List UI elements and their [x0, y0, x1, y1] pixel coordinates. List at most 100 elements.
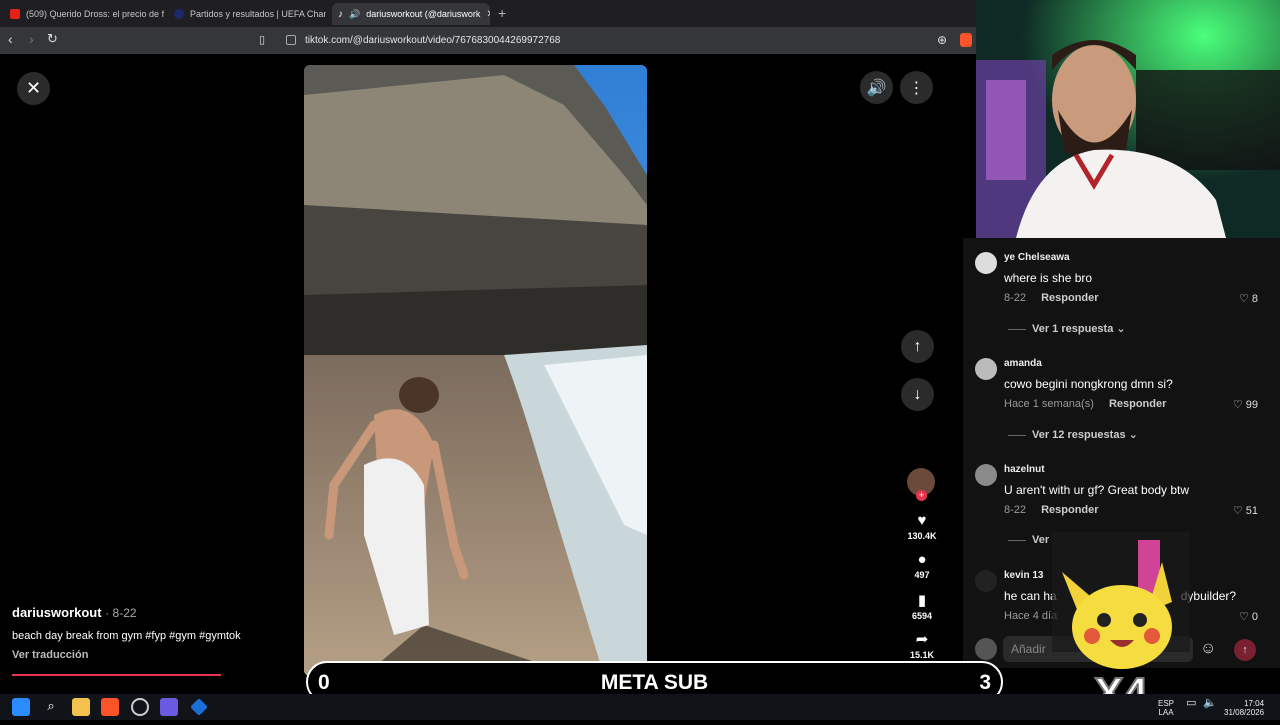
share-icon: ➦	[915, 631, 929, 648]
comment-like-count: 0	[1251, 611, 1258, 623]
comment-text: cowo begini nongkrong dmn si?	[1004, 377, 1173, 391]
comment-meta: Hace 1 semana(s) Responder	[1004, 398, 1166, 410]
volume-tray-icon[interactable]: 🔈	[1203, 698, 1217, 709]
video-author[interactable]: dariusworkout · 8-22	[12, 605, 137, 620]
view-replies-label: Ver	[1032, 534, 1050, 546]
like-count: 130.4K	[907, 531, 937, 541]
comment-time: 8-22	[1004, 504, 1027, 516]
tab-uefa[interactable]: Partidos y resultados | UEFA Champi	[168, 3, 326, 25]
comment-time: Hace 1 semana(s)	[1004, 398, 1094, 410]
next-video-button[interactable]: ↓	[901, 378, 934, 411]
comment-meta: 8-22 Responder	[1004, 292, 1099, 304]
heart-outline-icon: ♡	[1232, 399, 1243, 411]
like-action[interactable]: ♥ 130.4K	[900, 512, 944, 541]
avatar[interactable]	[975, 252, 997, 274]
avatar[interactable]	[975, 570, 997, 592]
my-avatar	[975, 638, 997, 660]
comment-likes[interactable]: ♡ 8	[1239, 292, 1258, 305]
comment-time: Hace 4 día	[1004, 610, 1058, 622]
bookmark-icon[interactable]: ▯	[259, 33, 265, 46]
comment-count: 497	[914, 570, 930, 580]
file-explorer-icon[interactable]	[72, 698, 90, 716]
sub-goal-title: META SUB	[600, 671, 709, 694]
avatar[interactable]	[975, 464, 997, 486]
audio-icon: 🔊	[349, 8, 361, 19]
view-replies-button[interactable]: Ver 12 respuestas ⌄	[1008, 428, 1138, 441]
comment-text: where is she bro	[1004, 271, 1093, 285]
sticker-art: X4	[1052, 532, 1190, 719]
comment-meta: Hace 4 día	[1004, 610, 1057, 622]
windows-taskbar: ⌕ ESP LAA ▭ 🔈 17:04 31/08/2026	[0, 694, 1280, 720]
comment-user[interactable]: amanda	[1004, 358, 1042, 369]
video-player[interactable]	[304, 65, 647, 676]
tab-tiktok[interactable]: ♪ 🔊 dariusworkout (@dariuswork ✕	[332, 3, 490, 25]
url-field[interactable]: tiktok.com/@dariusworkout/video/76768300…	[286, 32, 976, 49]
reload-icon[interactable]: ↻	[47, 31, 58, 47]
comment-likes[interactable]: ♡ 0	[1239, 610, 1258, 623]
comment-text-start: he can ha	[1004, 589, 1057, 603]
clock[interactable]: 17:04 31/08/2026	[1224, 699, 1264, 717]
comment-time: 8-22	[1004, 292, 1027, 304]
app-grid-icon[interactable]	[160, 698, 178, 716]
browser-tab-bar: (509) Querido Dross: el precio de fam Pa…	[0, 0, 976, 27]
comment-user[interactable]: kevin 13	[1004, 570, 1043, 581]
emoji-icon[interactable]: ☺	[1200, 640, 1216, 658]
reply-button[interactable]: Responder	[1041, 292, 1098, 304]
comment-text: U aren't with ur gf? Great body btw	[1004, 483, 1190, 497]
view-replies-button[interactable]: Ver	[1008, 534, 1049, 546]
back-icon[interactable]: ‹	[8, 31, 13, 47]
reply-button[interactable]: Responder	[1041, 504, 1098, 516]
avatar[interactable]	[975, 358, 997, 380]
comment-likes[interactable]: ♡ 99	[1233, 398, 1258, 411]
author-username[interactable]: dariusworkout	[12, 605, 102, 620]
uefa-icon	[174, 9, 184, 19]
view-replies-button[interactable]: Ver 1 respuesta ⌄	[1008, 322, 1126, 335]
comment-action[interactable]: ● 497	[900, 551, 944, 580]
streamer-webcam	[976, 0, 1280, 238]
heart-icon: ♥	[917, 512, 927, 529]
follow-plus-icon[interactable]: +	[916, 490, 927, 501]
save-count: 6594	[911, 611, 933, 621]
chevron-down-icon: ⌄	[1116, 323, 1126, 335]
keyboard-layout: LAA	[1158, 708, 1174, 717]
comment-user[interactable]: ye Chelseawa	[1004, 252, 1070, 263]
language-indicator[interactable]: ESP LAA	[1158, 699, 1174, 717]
new-tab-button[interactable]: +	[498, 5, 506, 21]
brave-shield-icon[interactable]	[960, 33, 972, 47]
comment-like-count: 99	[1245, 399, 1258, 411]
heart-outline-icon: ♡	[1238, 293, 1249, 305]
reply-button[interactable]: Responder	[1109, 398, 1166, 410]
obs-icon[interactable]	[131, 698, 149, 716]
video-viewer: ✕ 🔊 ⋮ ↑ ↓ + ♥ 130.4K ● 497 ▮ 6594 ➦ 15.1…	[0, 54, 963, 694]
previous-video-button[interactable]: ↑	[901, 330, 934, 363]
arrow-up-icon: ↑	[1242, 644, 1248, 656]
tab-title: dariusworkout (@dariuswork	[366, 9, 481, 19]
webcam-feed	[976, 0, 1280, 238]
windows-start-icon[interactable]	[12, 698, 30, 716]
share-action[interactable]: ➦ 15.1K	[900, 630, 944, 660]
comment-like-count: 51	[1245, 505, 1258, 517]
forward-icon[interactable]: ›	[29, 31, 34, 47]
comment-user[interactable]: hazelnut	[1004, 464, 1045, 475]
tab-youtube[interactable]: (509) Querido Dross: el precio de fam	[4, 3, 164, 25]
save-action[interactable]: ▮ 6594	[900, 591, 944, 621]
network-icon[interactable]: ▭	[1186, 698, 1196, 709]
translate-link[interactable]: Ver traducción	[12, 649, 88, 661]
comment-likes[interactable]: ♡ 51	[1233, 504, 1258, 517]
video-progress-bar[interactable]	[12, 674, 222, 676]
more-options-button[interactable]: ⋮	[900, 71, 933, 104]
close-tab-icon[interactable]: ✕	[486, 9, 490, 20]
send-comment-button[interactable]: ↑	[1234, 639, 1256, 661]
comment-meta: 8-22 Responder	[1004, 504, 1099, 516]
share-count: 15.1K	[909, 650, 935, 660]
brave-browser-icon[interactable]	[101, 698, 119, 716]
volume-button[interactable]: 🔊	[860, 71, 893, 104]
language-code: ESP	[1158, 699, 1175, 708]
close-viewer-button[interactable]: ✕	[17, 72, 50, 105]
streamlabs-icon[interactable]	[190, 698, 208, 716]
tab-title: Partidos y resultados | UEFA Champi	[190, 9, 326, 19]
site-info-icon[interactable]	[286, 35, 296, 45]
zoom-icon[interactable]: ⊕	[937, 33, 947, 47]
search-icon[interactable]: ⌕	[42, 698, 60, 716]
youtube-icon	[10, 9, 20, 19]
